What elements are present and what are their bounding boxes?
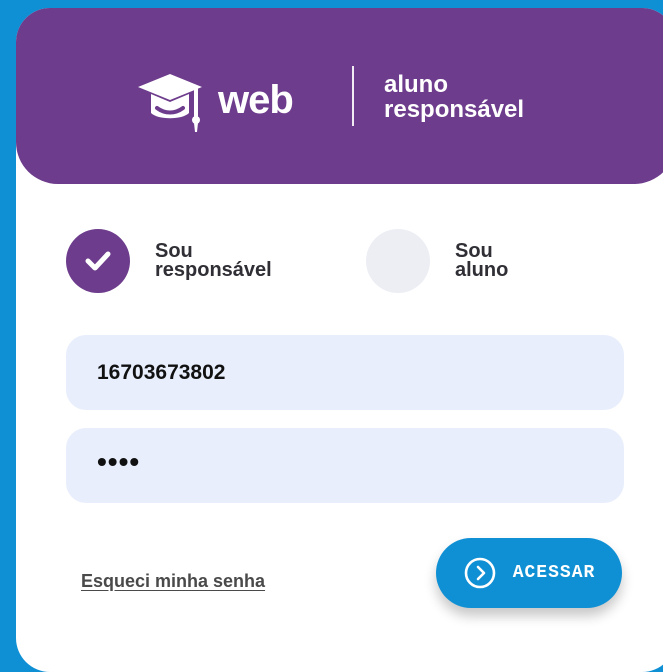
portal-title-line-responsavel: responsável (384, 96, 525, 123)
brand-header: web aluno responsável (16, 8, 663, 184)
unselected-radio[interactable] (366, 229, 430, 293)
arrow-circle-icon (464, 557, 495, 589)
password-field[interactable]: •••• (66, 428, 624, 503)
role-label-aluno: Sou aluno (455, 241, 605, 281)
login-card: web aluno responsável Sou responsável So… (16, 8, 663, 672)
forgot-password-link[interactable]: Esqueci minha senha (81, 571, 265, 592)
graduation-cap-icon (138, 74, 202, 132)
role-option-aluno[interactable]: Sou aluno (366, 229, 605, 293)
password-mask[interactable]: •••• (97, 447, 140, 476)
brand-divider (352, 66, 354, 126)
username-input[interactable] (97, 360, 597, 385)
role-label-responsavel: Sou responsável (155, 241, 305, 281)
role-label-line-aluno: aluno (455, 259, 509, 281)
username-field[interactable] (66, 335, 624, 410)
portal-title: aluno responsável (384, 72, 524, 122)
role-label-line-responsavel: responsável (155, 259, 272, 281)
portal-title-line-aluno: aluno (384, 71, 448, 98)
selected-radio[interactable] (66, 229, 130, 293)
check-icon (85, 251, 111, 271)
brand-logo: web (134, 65, 294, 137)
login-button-label: ACESSAR (512, 563, 596, 583)
role-option-responsavel[interactable]: Sou responsável (66, 229, 305, 293)
login-button[interactable]: ACESSAR (436, 538, 622, 608)
brand-name: web (218, 77, 294, 122)
